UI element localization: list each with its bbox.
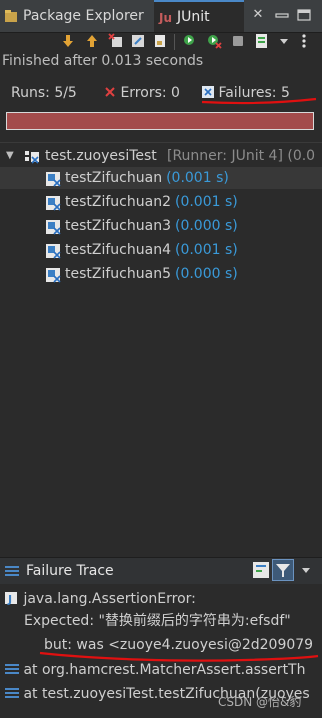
tree-row-test[interactable]: testZifuchuan4 (0.001 s) xyxy=(0,239,322,261)
trace-text: Expected: "替换前缀后的字符串为:efsdf" xyxy=(24,613,291,629)
test-name: testZifuchuan xyxy=(65,170,163,186)
next-failure-icon[interactable] xyxy=(60,33,76,49)
stack-frame-icon xyxy=(5,664,19,674)
tree-row-test[interactable]: testZifuchuan (0.001 s) xyxy=(0,167,322,189)
test-failed-icon xyxy=(46,220,61,235)
show-failures-only-icon[interactable] xyxy=(108,33,124,49)
compare-results-icon[interactable] xyxy=(252,561,270,579)
test-time: (0.001 s) xyxy=(174,242,238,258)
test-failed-icon xyxy=(46,196,61,211)
runs-label: Runs: xyxy=(11,85,50,101)
run-status-text: Finished after 0.013 seconds xyxy=(2,53,204,69)
test-suite-failed-icon xyxy=(25,151,39,164)
copy-trace-icon[interactable] xyxy=(298,562,314,578)
divider xyxy=(0,142,322,143)
toolbar-separator xyxy=(174,34,175,50)
test-time: (0.000 s) xyxy=(174,266,238,282)
stop-icon[interactable] xyxy=(230,33,246,49)
error-icon xyxy=(105,87,115,97)
test-failed-icon xyxy=(46,268,61,283)
tree-row-test[interactable]: testZifuchuan2 (0.001 s) xyxy=(0,191,322,213)
runs-value: 5/5 xyxy=(54,85,77,101)
show-skipped-icon[interactable] xyxy=(130,33,146,49)
previous-failure-icon[interactable] xyxy=(84,33,100,49)
suite-name: test.zuoyesiTest xyxy=(45,148,157,164)
test-failed-icon xyxy=(46,244,61,259)
trace-line-expected[interactable]: Expected: "替换前缀后的字符串为:efsdf" xyxy=(24,610,291,632)
minimize-icon[interactable] xyxy=(274,7,290,23)
test-failed-icon xyxy=(46,172,61,187)
rerun-failures-first-icon[interactable] xyxy=(206,33,222,49)
chevron-down-icon[interactable]: ▼ xyxy=(6,145,16,167)
errors-label: Errors: xyxy=(120,85,167,101)
test-progress-bar xyxy=(6,112,314,130)
tab-package-explorer-label: Package Explorer xyxy=(23,8,144,24)
tab-junit[interactable]: Ju JUnit xyxy=(154,0,244,32)
errors-value: 0 xyxy=(171,85,180,101)
test-time: (0.001 s) xyxy=(166,170,229,186)
maximize-icon[interactable] xyxy=(296,7,312,23)
failure-trace-title: Failure Trace xyxy=(26,563,114,579)
tab-package-explorer[interactable]: Package Explorer xyxy=(4,0,144,32)
errors-counter: Errors: 0 xyxy=(104,84,180,102)
rerun-test-icon[interactable] xyxy=(182,33,198,49)
test-time: (0.000 s) xyxy=(174,218,238,234)
close-icon[interactable]: ✕ xyxy=(250,7,266,23)
suite-runner: [Runner: JUnit 4] (0.0 xyxy=(167,148,316,164)
scroll-lock-icon[interactable] xyxy=(152,33,168,49)
trace-line-exception[interactable]: J java.lang.AssertionError: xyxy=(3,588,196,610)
tree-row-test[interactable]: testZifuchuan5 (0.000 s) xyxy=(0,263,322,285)
trace-text: at org.hamcrest.MatcherAssert.assertTh xyxy=(23,662,306,678)
trace-text: java.lang.AssertionError: xyxy=(23,591,196,607)
dropdown-arrow-icon[interactable] xyxy=(276,33,292,49)
tree-row-test[interactable]: testZifuchuan3 (0.000 s) xyxy=(0,215,322,237)
exception-icon: J xyxy=(5,592,17,606)
list-icon xyxy=(5,566,19,576)
test-run-history-icon[interactable] xyxy=(254,33,270,49)
junit-toolbar xyxy=(0,32,322,52)
test-name: testZifuchuan3 xyxy=(65,218,171,234)
test-name: testZifuchuan2 xyxy=(65,194,171,210)
trace-line-frame[interactable]: at org.hamcrest.MatcherAssert.assertTh xyxy=(5,659,305,681)
svg-text:Ju: Ju xyxy=(158,11,172,24)
test-name: testZifuchuan5 xyxy=(65,266,171,282)
watermark: CSDN @怡&豹 xyxy=(218,695,302,709)
failures-annotation-underline xyxy=(201,97,317,105)
package-explorer-icon xyxy=(5,10,17,22)
test-name: testZifuchuan4 xyxy=(65,242,171,258)
filter-stack-trace-icon[interactable] xyxy=(272,559,294,581)
test-time: (0.001 s) xyxy=(174,194,238,210)
tab-junit-label: JUnit xyxy=(177,9,210,25)
junit-icon: Ju xyxy=(158,11,172,24)
view-menu-icon[interactable] xyxy=(296,33,312,49)
stack-frame-icon xyxy=(5,688,19,698)
svg-text:J: J xyxy=(7,593,12,606)
runs-counter: Runs: 5/5 xyxy=(11,84,77,102)
